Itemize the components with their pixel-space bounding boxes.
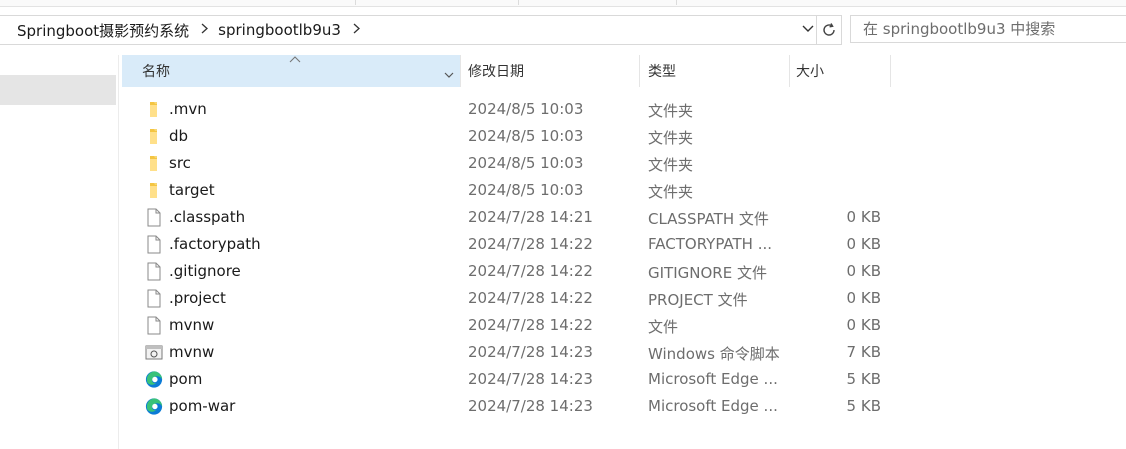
- sort-ascending-icon: [289, 53, 301, 66]
- file-date: 2024/8/5 10:03: [468, 127, 584, 145]
- file-name: target: [169, 181, 215, 199]
- breadcrumb-item[interactable]: springbootlb9u3: [218, 21, 341, 39]
- file-type: FACTORYPATH ...: [648, 235, 773, 253]
- file-icon: [147, 262, 161, 281]
- address-bar-row: Springboot摄影预约系统 springbootlb9u3: [0, 12, 1126, 46]
- file-row[interactable]: .gitignore 2024/7/28 14:22 GITIGNORE 文件 …: [122, 258, 892, 285]
- file-row[interactable]: src 2024/8/5 10:03 文件夹: [122, 150, 892, 177]
- ribbon-strip: [0, 0, 1126, 7]
- file-type: Microsoft Edge ...: [648, 370, 778, 388]
- chevron-down-icon: [802, 25, 814, 32]
- file-date: 2024/7/28 14:22: [468, 289, 593, 307]
- folder-icon: [150, 129, 157, 144]
- file-size: 5 KB: [846, 370, 881, 388]
- search-box[interactable]: [850, 15, 1126, 43]
- column-header-label: 修改日期: [468, 64, 524, 80]
- ribbon-divider: [355, 0, 356, 5]
- file-type: Windows 命令脚本: [648, 345, 780, 363]
- file-size: 0 KB: [846, 262, 881, 280]
- nav-selected-item[interactable]: [0, 75, 116, 105]
- file-size: 7 KB: [846, 343, 881, 361]
- address-history-dropdown[interactable]: [799, 15, 817, 43]
- file-type: 文件夹: [648, 129, 694, 147]
- file-row[interactable]: target 2024/8/5 10:03 文件夹: [122, 177, 892, 204]
- file-row[interactable]: .classpath 2024/7/28 14:21 CLASSPATH 文件 …: [122, 204, 892, 231]
- file-type: 文件夹: [648, 183, 694, 201]
- file-name: .factorypath: [169, 235, 261, 253]
- folder-icon: [150, 102, 157, 117]
- refresh-button[interactable]: [817, 15, 842, 45]
- file-date: 2024/7/28 14:21: [468, 208, 593, 226]
- file-name: pom-war: [169, 397, 236, 415]
- file-size: 5 KB: [846, 397, 881, 415]
- file-date: 2024/7/28 14:22: [468, 316, 593, 334]
- file-name: src: [169, 154, 191, 172]
- file-name: db: [169, 127, 189, 145]
- file-type: Microsoft Edge ...: [648, 397, 778, 415]
- address-bar[interactable]: Springboot摄影预约系统 springbootlb9u3: [0, 15, 817, 45]
- file-name: pom: [169, 370, 203, 388]
- file-row[interactable]: mvnw 2024/7/28 14:22 文件 0 KB: [122, 312, 892, 339]
- column-header-date[interactable]: 修改日期: [461, 55, 640, 87]
- file-date: 2024/7/28 14:22: [468, 262, 593, 280]
- file-date: 2024/7/28 14:23: [468, 343, 593, 361]
- ribbon-divider: [676, 0, 677, 5]
- file-date: 2024/7/28 14:22: [468, 235, 593, 253]
- file-row[interactable]: .factorypath 2024/7/28 14:22 FACTORYPATH…: [122, 231, 892, 258]
- file-row[interactable]: pom-war 2024/7/28 14:23 Microsoft Edge .…: [122, 393, 892, 420]
- file-date: 2024/8/5 10:03: [468, 154, 584, 172]
- file-size: 0 KB: [846, 208, 881, 226]
- refresh-icon: [823, 23, 835, 36]
- chevron-right-icon[interactable]: [201, 22, 209, 38]
- file-size: 0 KB: [846, 316, 881, 334]
- breadcrumb-item[interactable]: Springboot摄影预约系统: [17, 20, 189, 41]
- file-row[interactable]: mvnw 2024/7/28 14:23 Windows 命令脚本 7 KB: [122, 339, 892, 366]
- file-name: .classpath: [169, 208, 246, 226]
- edge-icon: [145, 371, 163, 388]
- file-type: CLASSPATH 文件: [648, 210, 769, 228]
- folder-icon: [150, 183, 157, 198]
- file-date: 2024/7/28 14:23: [468, 370, 593, 388]
- file-date: 2024/8/5 10:03: [468, 100, 584, 118]
- file-name: mvnw: [169, 316, 215, 334]
- file-size: 0 KB: [846, 289, 881, 307]
- file-date: 2024/7/28 14:23: [468, 397, 593, 415]
- column-header-label: 类型: [648, 64, 676, 80]
- chevron-right-icon[interactable]: [353, 22, 360, 38]
- file-type: 文件夹: [648, 156, 694, 174]
- column-header-type[interactable]: 类型: [640, 55, 790, 87]
- file-size: 0 KB: [846, 235, 881, 253]
- file-row[interactable]: pom 2024/7/28 14:23 Microsoft Edge ... 5…: [122, 366, 892, 393]
- navigation-pane[interactable]: [0, 55, 119, 449]
- column-header-label: 大小: [796, 64, 824, 80]
- file-row[interactable]: db 2024/8/5 10:03 文件夹: [122, 123, 892, 150]
- folder-icon: [150, 156, 157, 171]
- file-icon: [147, 235, 161, 254]
- file-name: .gitignore: [169, 262, 241, 280]
- column-filter-chevron-icon[interactable]: [444, 65, 454, 83]
- file-date: 2024/8/5 10:03: [468, 181, 584, 199]
- column-header-size[interactable]: 大小: [790, 55, 891, 87]
- edge-icon: [145, 398, 163, 415]
- file-icon: [147, 316, 161, 335]
- file-icon: [147, 289, 161, 308]
- file-type: GITIGNORE 文件: [648, 264, 767, 282]
- ribbon-divider: [518, 0, 519, 5]
- file-name: mvnw: [169, 343, 215, 361]
- cmd-script-icon: [145, 345, 163, 360]
- file-name: .project: [169, 289, 226, 307]
- file-type: PROJECT 文件: [648, 291, 748, 309]
- file-type: 文件夹: [648, 102, 694, 120]
- file-icon: [147, 208, 161, 227]
- file-row[interactable]: .mvn 2024/8/5 10:03 文件夹: [122, 96, 892, 123]
- search-input[interactable]: [861, 19, 1125, 39]
- file-name: .mvn: [169, 100, 207, 118]
- file-row[interactable]: .project 2024/7/28 14:22 PROJECT 文件 0 KB: [122, 285, 892, 312]
- column-header-label: 名称: [142, 64, 170, 80]
- file-type: 文件: [648, 318, 679, 336]
